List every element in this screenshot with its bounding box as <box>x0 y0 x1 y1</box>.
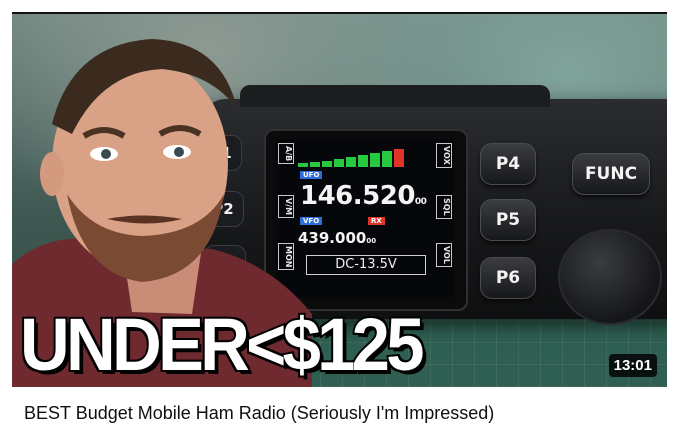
label-vox: VOX <box>436 143 452 168</box>
frequency-a: 146.52000 <box>300 181 427 211</box>
radio-knob <box>558 229 662 325</box>
label-sql: SQL <box>436 195 452 219</box>
radio-button-func: FUNC <box>572 153 650 195</box>
voltage-readout: DC-13.5V <box>306 255 426 275</box>
video-duration: 13:01 <box>608 354 657 377</box>
rx-tag: RX <box>368 217 385 225</box>
radio-button-p6: P6 <box>480 257 536 299</box>
video-title[interactable]: BEST Budget Mobile Ham Radio (Seriously … <box>24 403 494 424</box>
thumbnail-headline: UNDER<$125 <box>18 301 426 388</box>
radio-button-p4: P4 <box>480 143 536 185</box>
video-card[interactable]: P1 P2 P3 A/B V/M MON VOX SQL VOL UFO <box>0 0 679 441</box>
radio-button-p5: P5 <box>480 199 536 241</box>
signal-meter <box>298 149 404 167</box>
label-vol: VOL <box>436 243 452 267</box>
video-thumbnail[interactable]: P1 P2 P3 A/B V/M MON VOX SQL VOL UFO <box>12 12 667 387</box>
